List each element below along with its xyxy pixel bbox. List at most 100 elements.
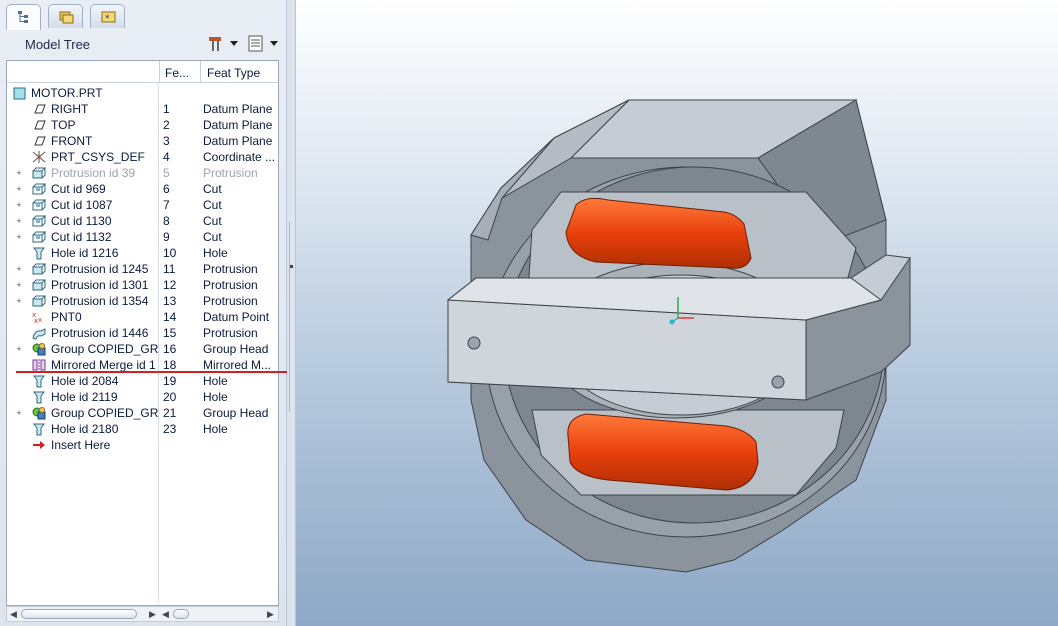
model-tree-icon	[18, 11, 28, 23]
group-icon	[31, 406, 47, 420]
tree-row[interactable]: + Protrusion id 1354 13 Protrusion	[7, 293, 278, 309]
tree-row[interactable]: Hole id 2084 19 Hole	[7, 373, 278, 389]
expand-plus-icon[interactable]: +	[15, 217, 23, 226]
svg-text:*: *	[105, 14, 110, 24]
graphics-viewport[interactable]	[296, 0, 1058, 626]
tree-row[interactable]: x x x PNT0 14 Datum Point	[7, 309, 278, 325]
expand-plus-icon[interactable]: +	[15, 297, 23, 306]
expand-plus-icon[interactable]: +	[15, 201, 23, 210]
tree-row[interactable]: PRT_CSYS_DEF 4 Coordinate ...	[7, 149, 278, 165]
feature-number: 6	[163, 182, 170, 196]
feature-name: Hole id 2084	[51, 374, 119, 388]
tree-row[interactable]: + Cut id 1087 7 Cut	[7, 197, 278, 213]
tree-row[interactable]: + Cut id 969 6 Cut	[7, 181, 278, 197]
feature-name: Protrusion id 1301	[51, 278, 149, 292]
feature-number: 13	[163, 294, 177, 308]
navigator-panel: * Model Tree Fe... Feat Type MOTOR.PRT R…	[0, 0, 287, 626]
expand-plus-icon[interactable]: +	[15, 345, 23, 354]
tree-row[interactable]: + Cut id 1132 9 Cut	[7, 229, 278, 245]
tree-row[interactable]: Protrusion id 1446 15 Protrusion	[7, 325, 278, 341]
tree-row[interactable]: + Protrusion id 1245 11 Protrusion	[7, 261, 278, 277]
feature-number: 3	[163, 134, 170, 148]
feature-type: Protrusion	[203, 166, 258, 180]
panel-title: Model Tree	[25, 37, 91, 52]
expand-plus-icon[interactable]: +	[15, 169, 23, 178]
feature-type: Hole	[203, 246, 228, 260]
tree-horizontal-scrollbar[interactable]: ◀ ▶ ◀ ▶	[6, 606, 279, 622]
svg-text:x: x	[34, 317, 38, 324]
feature-number: 18	[163, 358, 177, 372]
motor-part-model[interactable]	[296, 0, 1058, 626]
folder-browser-icon	[59, 11, 74, 24]
scroll-left-icon[interactable]: ◀	[162, 609, 169, 620]
feature-number: 8	[163, 214, 170, 228]
feature-type: Protrusion	[203, 326, 258, 340]
tree-row[interactable]: Insert Here	[7, 437, 278, 453]
sweep-protrusion-icon	[31, 326, 47, 340]
feature-name: Hole id 2119	[51, 390, 118, 404]
column-feat-type[interactable]: Feat Type	[207, 66, 260, 80]
tree-row[interactable]: + Protrusion id 1301 12 Protrusion	[7, 277, 278, 293]
feature-number: 11	[163, 262, 176, 276]
favorites-folder-icon: *	[101, 11, 116, 24]
feature-number: 20	[163, 390, 177, 404]
tree-row[interactable]: Hole id 2180 23 Hole	[7, 421, 278, 437]
part-icon	[13, 86, 29, 100]
feature-type: Cut	[203, 198, 222, 212]
tree-column-header: Fe... Feat Type	[7, 61, 278, 83]
expand-plus-icon[interactable]: +	[15, 185, 23, 194]
protrusion-icon	[31, 262, 47, 276]
column-feat-number[interactable]: Fe...	[165, 66, 189, 80]
feature-name: Cut id 969	[51, 182, 106, 196]
tab-model-tree[interactable]	[6, 4, 41, 30]
tree-show-menu-button[interactable]	[246, 34, 280, 54]
feature-number: 15	[163, 326, 177, 340]
tree-row[interactable]: RIGHT 1 Datum Plane	[7, 101, 278, 117]
scroll-thumb[interactable]	[173, 609, 189, 619]
expand-plus-icon[interactable]: +	[15, 281, 23, 290]
feature-name: TOP	[51, 118, 76, 132]
tab-folder-browser[interactable]	[48, 4, 83, 28]
tree-root-label: MOTOR.PRT	[31, 86, 103, 100]
tree-settings-button[interactable]	[206, 34, 240, 54]
tree-row[interactable]: + Cut id 1130 8 Cut	[7, 213, 278, 229]
feature-number: 21	[163, 406, 177, 420]
protrusion-icon	[31, 278, 47, 292]
hole-icon	[31, 390, 47, 404]
feature-number: 5	[163, 166, 170, 180]
feature-number: 23	[163, 422, 177, 436]
datum-plane-icon	[31, 118, 47, 132]
scroll-thumb[interactable]	[21, 609, 137, 619]
expand-plus-icon[interactable]: +	[15, 409, 23, 418]
tree-row[interactable]: + Protrusion id 39 5 Protrusion	[7, 165, 278, 181]
tree-row[interactable]: Hole id 2119 20 Hole	[7, 389, 278, 405]
scroll-left-icon[interactable]: ◀	[10, 609, 17, 620]
feature-number: 16	[163, 342, 177, 356]
tab-favorites[interactable]: *	[90, 4, 125, 28]
feature-type: Cut	[203, 214, 222, 228]
tree-row[interactable]: + Group COPIED_GR 21 Group Head	[7, 405, 278, 421]
feature-number: 19	[163, 374, 177, 388]
tree-row[interactable]: TOP 2 Datum Plane	[7, 117, 278, 133]
tree-root-node[interactable]: MOTOR.PRT	[7, 85, 278, 101]
cut-icon	[31, 230, 47, 244]
panel-header: Model Tree	[0, 30, 287, 58]
tree-row[interactable]: Hole id 1216 10 Hole	[7, 245, 278, 261]
scroll-right-icon[interactable]: ▶	[267, 609, 274, 620]
feature-name: Mirrored Merge id 1	[51, 358, 156, 372]
tree-row[interactable]: FRONT 3 Datum Plane	[7, 133, 278, 149]
feature-number: 2	[163, 118, 170, 132]
insert-here-arrow-icon	[31, 438, 47, 452]
panel-splitter[interactable]	[287, 0, 296, 626]
feature-type: Datum Point	[203, 310, 270, 324]
tree-row[interactable]: + Group COPIED_GR 16 Group Head	[7, 341, 278, 357]
feature-name: PRT_CSYS_DEF	[51, 150, 145, 164]
expand-plus-icon[interactable]: +	[15, 233, 23, 242]
feature-number: 9	[163, 230, 170, 244]
scroll-right-icon[interactable]: ▶	[149, 609, 156, 620]
model-tree: Fe... Feat Type MOTOR.PRT RIGHT 1 Datum Pl…	[6, 60, 279, 606]
feature-type: Coordinate ...	[203, 150, 276, 164]
insert-here-marker-line[interactable]	[16, 371, 323, 373]
expand-plus-icon[interactable]: +	[15, 265, 23, 274]
feature-type: Protrusion	[203, 278, 258, 292]
